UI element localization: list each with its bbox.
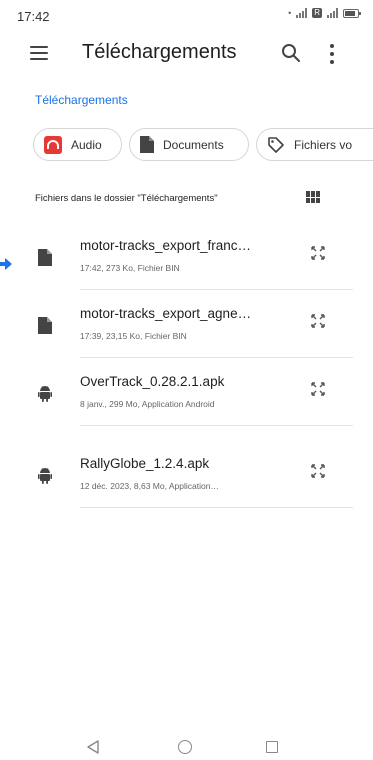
file-icon [38,249,52,266]
app-bar: Téléchargements [0,32,373,76]
expand-icon[interactable] [311,464,325,478]
signal-icon [296,8,308,18]
signal-icon [327,8,338,18]
expand-icon[interactable] [311,382,325,396]
menu-icon[interactable] [30,46,48,60]
chip-label: Documents [163,137,224,152]
headphones-icon [44,135,62,154]
android-icon [38,386,52,402]
chip-label: Audio [71,137,102,152]
search-icon[interactable] [280,42,302,64]
android-icon [38,468,52,484]
section-header: Fichiers dans le dossier "Téléchargement… [35,193,218,204]
chip-audio[interactable]: Audio [33,128,122,161]
file-name: motor-tracks_export_franc… [80,238,252,253]
chip-other-files[interactable]: Fichiers vo [256,128,373,161]
divider [80,425,353,426]
file-name: OverTrack_0.28.2.1.apk [80,374,225,389]
file-row[interactable]: motor-tracks_export_agne… 17:39, 23,15 K… [0,294,373,358]
navigation-bar [0,730,373,760]
page-title: Téléchargements [82,41,237,63]
chip-label: Fichiers vo [294,137,353,152]
dot-icon: • [288,8,292,18]
file-meta: 17:39, 23,15 Ko, Fichier BIN [80,331,187,341]
divider [80,289,353,290]
chip-documents[interactable]: Documents [129,128,249,161]
grid-view-icon[interactable] [306,191,320,203]
divider [80,507,353,508]
home-icon[interactable] [178,740,192,754]
filter-chips: Audio Documents Fichiers vo [33,128,373,162]
file-row[interactable]: motor-tracks_export_franc… 17:42, 273 Ko… [0,226,373,290]
expand-icon[interactable] [311,246,325,260]
more-options-icon[interactable] [326,44,338,64]
recent-apps-icon[interactable] [266,741,278,753]
breadcrumb[interactable]: Téléchargements [35,93,128,107]
file-meta: 12 déc. 2023, 8,63 Mo, Application… [80,481,219,491]
battery-icon [343,8,361,18]
file-row[interactable]: OverTrack_0.28.2.1.apk 8 janv., 299 Mo, … [0,362,373,426]
document-icon [140,136,154,153]
divider [80,357,353,358]
status-icons: • R [288,8,361,18]
file-meta: 17:42, 273 Ko, Fichier BIN [80,263,180,273]
expand-icon[interactable] [311,314,325,328]
file-meta: 8 janv., 299 Mo, Application Android [80,399,215,409]
file-name: RallyGlobe_1.2.4.apk [80,456,210,471]
file-icon [38,317,52,334]
back-icon[interactable] [86,740,100,754]
file-row[interactable]: RallyGlobe_1.2.4.apk 12 déc. 2023, 8,63 … [0,444,373,508]
status-bar: 17:42 • R [0,0,373,32]
status-time: 17:42 [17,9,50,24]
file-name: motor-tracks_export_agne… [80,306,252,321]
record-icon: R [312,8,322,18]
tag-icon [267,136,285,154]
